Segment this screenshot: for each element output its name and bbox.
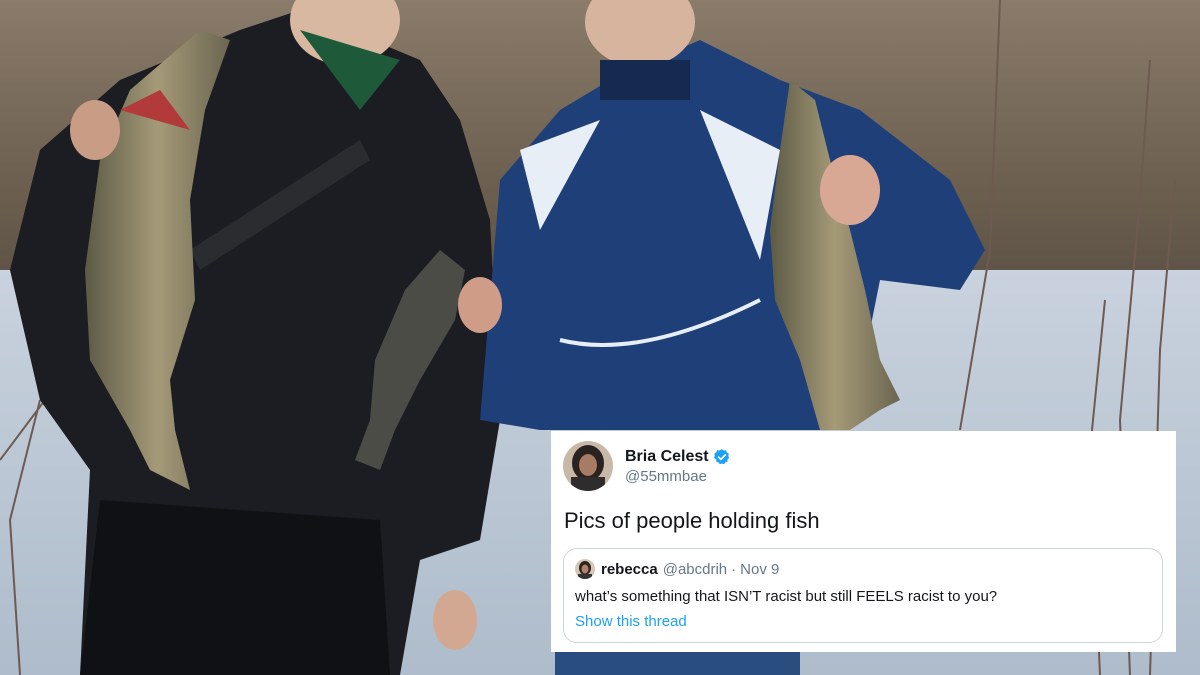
show-thread-link[interactable]: Show this thread — [575, 613, 687, 630]
avatar-image — [563, 441, 613, 491]
author-handle[interactable]: @55mmbae — [625, 468, 731, 485]
verified-badge-icon — [713, 448, 731, 466]
quoted-handle[interactable]: @abcdrih — [663, 561, 727, 578]
quoted-avatar-image — [575, 559, 595, 579]
avatar[interactable] — [563, 441, 613, 491]
tweet-text: Pics of people holding fish — [564, 508, 820, 533]
quoted-tweet[interactable]: rebecca @abcdrih · Nov 9 what’s somethin… — [563, 548, 1163, 643]
tweet-card[interactable]: Bria Celest @55mmbae Pics of people hold… — [551, 431, 1176, 652]
name-row: Bria Celest — [625, 448, 731, 466]
display-name[interactable]: Bria Celest — [625, 448, 709, 466]
tweet-header: Bria Celest @55mmbae — [563, 437, 1164, 495]
quoted-tweet-header: rebecca @abcdrih · Nov 9 — [575, 559, 1151, 579]
quoted-date[interactable]: Nov 9 — [740, 561, 779, 578]
separator-dot: · — [731, 560, 737, 578]
quoted-tweet-text: what’s something that ISN’T racist but s… — [575, 588, 998, 605]
quoted-display-name[interactable]: rebecca — [601, 561, 658, 578]
quoted-avatar[interactable] — [575, 559, 595, 579]
author-block: Bria Celest @55mmbae — [625, 448, 731, 485]
